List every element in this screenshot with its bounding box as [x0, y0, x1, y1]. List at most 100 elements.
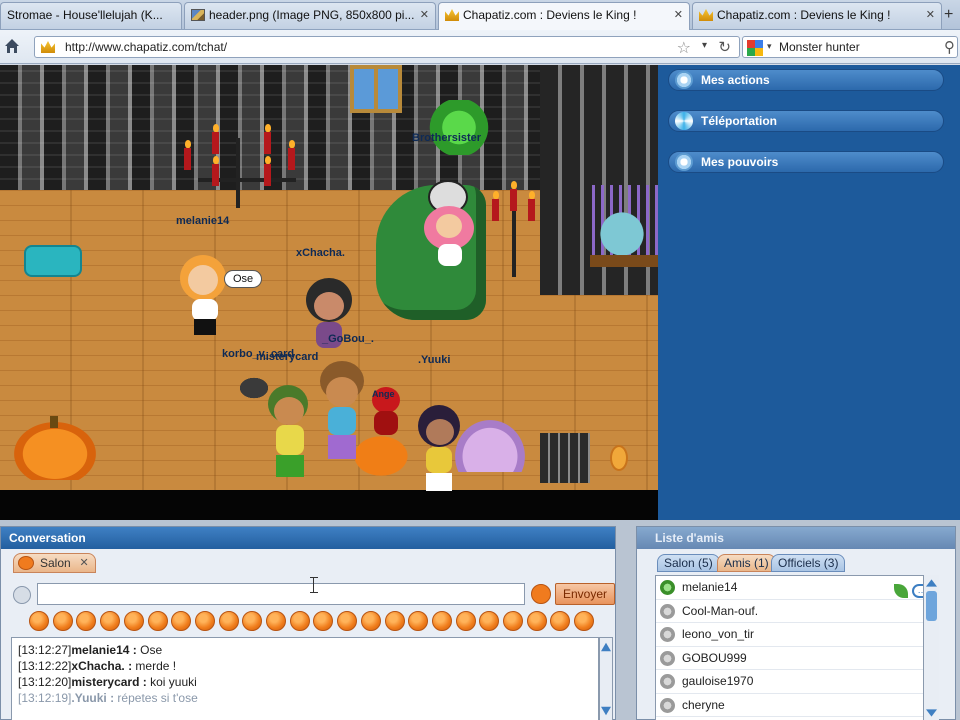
mes-pouvoirs-button[interactable]: Mes pouvoirs: [668, 151, 944, 173]
close-icon[interactable]: ✕: [926, 3, 935, 28]
smiley-icon[interactable]: [100, 611, 121, 631]
smiley-icon[interactable]: [171, 611, 192, 631]
offline-status-icon: [660, 650, 675, 666]
scroll-up-icon[interactable]: [926, 579, 937, 587]
avatar-yuuki[interactable]: [414, 405, 464, 495]
smiley-icon[interactable]: [384, 611, 405, 631]
smiley-icon[interactable]: [76, 611, 97, 631]
search-bar[interactable]: ▾ Monster hunter ⚲: [742, 36, 958, 58]
scroll-up-icon[interactable]: [601, 642, 611, 652]
pseudo-yuuki[interactable]: .Yuuki: [418, 354, 450, 366]
close-icon[interactable]: ✕: [420, 3, 429, 28]
conversation-title: Conversation: [1, 527, 615, 549]
chat-message: [13:12:27]melanie14 : Ose: [18, 642, 592, 658]
smiley-icon[interactable]: [242, 611, 263, 631]
smiley-icon[interactable]: [266, 611, 286, 631]
smiley-icon[interactable]: [218, 611, 239, 631]
friend-item[interactable]: GOBOU999: [656, 647, 938, 670]
friend-item[interactable]: cheryne: [656, 694, 938, 717]
message-nick[interactable]: melanie14 :: [71, 643, 136, 657]
scroll-thumb[interactable]: [926, 591, 937, 621]
teleportation-button[interactable]: Téléportation: [668, 110, 944, 132]
chat-mode-icon[interactable]: [13, 586, 31, 604]
smiley-icon[interactable]: [123, 611, 144, 631]
chat-scrollbar[interactable]: [599, 637, 613, 720]
tab-friends-salon[interactable]: Salon (5): [657, 554, 720, 572]
star-icon[interactable]: ☆: [677, 38, 691, 58]
smiley-icon[interactable]: [194, 611, 215, 631]
friend-item[interactable]: leono_von_tir: [656, 623, 938, 647]
chat-log[interactable]: [13:12:27]melanie14 : Ose [13:12:22]xCha…: [11, 637, 599, 720]
tab-salon[interactable]: Salon ✕: [13, 553, 96, 573]
pseudo-gobou[interactable]: _GoBou_.: [322, 333, 374, 345]
tab-title: Chapatiz.com : Deviens le King !: [463, 8, 637, 22]
smiley-icon[interactable]: [550, 611, 571, 631]
smiley-icon[interactable]: [289, 611, 310, 631]
url-bar[interactable]: http://www.chapatiz.com/tchat/ ☆ ▾ ↻: [34, 36, 740, 58]
send-button[interactable]: Envoyer: [555, 583, 615, 605]
avatar-korbo[interactable]: [262, 385, 318, 485]
leaf-icon[interactable]: [894, 583, 908, 598]
smiley-icon[interactable]: [455, 611, 476, 631]
smiley-icon[interactable]: [52, 611, 73, 631]
chat-message: [13:12:22]xChacha. : merde !: [18, 658, 592, 674]
message-nick[interactable]: misterycard :: [71, 675, 146, 689]
avatar-melanie14[interactable]: [170, 255, 240, 340]
pseudo-brothersister[interactable]: Brothersister: [412, 132, 481, 144]
search-icon[interactable]: ⚲: [944, 38, 955, 56]
pseudo-misterycard[interactable]: misterycard: [256, 351, 318, 363]
browser-tab-chapatiz[interactable]: Chapatiz.com : Deviens le King ! ✕: [692, 2, 942, 29]
new-tab-button[interactable]: +: [944, 6, 953, 24]
tab-friends-amis[interactable]: Amis (1): [717, 554, 776, 572]
button-label: Téléportation: [701, 114, 778, 128]
emote-toggle-icon[interactable]: [531, 584, 551, 604]
chat-input[interactable]: [37, 583, 525, 605]
chevron-down-icon[interactable]: ▾: [767, 41, 772, 52]
mes-actions-button[interactable]: Mes actions: [668, 69, 944, 91]
search-input[interactable]: Monster hunter: [779, 40, 860, 54]
avatar-misterycard[interactable]: [316, 361, 368, 471]
close-icon[interactable]: ✕: [674, 3, 683, 28]
reload-icon[interactable]: ↻: [718, 38, 731, 56]
orange-egg[interactable]: [610, 445, 628, 471]
friend-item[interactable]: gauloise1970: [656, 670, 938, 694]
tab-friends-officiels[interactable]: Officiels (3): [771, 554, 846, 572]
close-icon[interactable]: ✕: [79, 554, 88, 572]
browser-tab-header-png[interactable]: header.png (Image PNG, 850x800 pi... ✕: [184, 2, 436, 29]
browser-tab-stromae[interactable]: Stromae - House'llelujah (K...: [0, 2, 182, 29]
avatar-xchacha[interactable]: [300, 278, 360, 358]
text-cursor: [310, 577, 321, 593]
browser-tab-chapatiz-active[interactable]: Chapatiz.com : Deviens le King ! ✕: [438, 2, 690, 30]
pseudo-melanie14[interactable]: melanie14: [176, 215, 229, 227]
smiley-icon[interactable]: [337, 611, 358, 631]
friends-scrollbar[interactable]: [923, 575, 939, 720]
scroll-down-icon[interactable]: [601, 706, 611, 716]
pseudo-xchacha[interactable]: xChacha.: [296, 247, 345, 259]
friend-item[interactable]: Cool-Man-ouf.: [656, 600, 938, 623]
smiley-icon[interactable]: [574, 611, 595, 631]
smiley-icon[interactable]: [503, 611, 523, 631]
avatar-brothersister[interactable]: [420, 180, 480, 270]
pseudo-ange[interactable]: Ange: [372, 389, 395, 399]
browser-nav-bar: http://www.chapatiz.com/tchat/ ☆ ▾ ↻ ▾ M…: [0, 30, 960, 64]
smiley-icon[interactable]: [29, 611, 49, 631]
chevron-down-icon[interactable]: ▾: [702, 40, 707, 51]
scroll-down-icon[interactable]: [926, 709, 937, 717]
message-nick[interactable]: .Yuuki :: [71, 691, 114, 705]
smiley-icon[interactable]: [360, 611, 381, 631]
smiley-icon[interactable]: [313, 611, 334, 631]
game-scene[interactable]: melanie14 Brothersister xChacha. korbo_v…: [0, 65, 658, 520]
message-text: répetes si t'ose: [117, 691, 198, 705]
smiley-icon[interactable]: [479, 611, 500, 631]
friend-name: melanie14: [682, 580, 738, 594]
chat-message: [13:12:20]misterycard : koi yuuki: [18, 674, 592, 690]
smiley-icon[interactable]: [431, 611, 452, 631]
smiley-icon[interactable]: [526, 611, 547, 631]
teleport-mat[interactable]: [24, 245, 82, 277]
smiley-icon[interactable]: [408, 611, 429, 631]
message-nick[interactable]: xChacha. :: [71, 659, 132, 673]
friend-item[interactable]: melanie14 …: [656, 576, 938, 600]
smiley-icon[interactable]: [147, 611, 168, 631]
home-icon[interactable]: [4, 38, 20, 54]
crown-icon: [445, 9, 459, 21]
